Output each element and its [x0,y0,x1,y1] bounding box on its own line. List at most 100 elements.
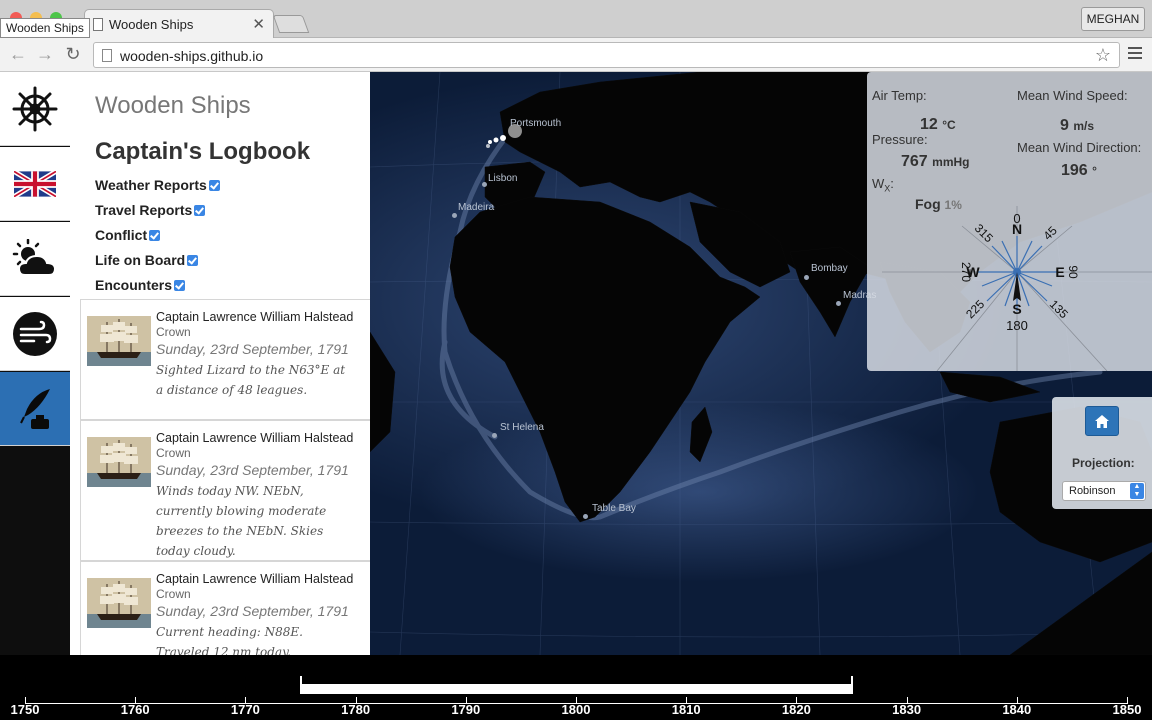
tab-title: Wooden Ships [109,17,194,32]
filter-label: Conflict [95,227,148,243]
ship-painting-image [87,578,151,628]
page-icon [93,18,103,31]
weather-reports-checkbox[interactable] [208,179,220,191]
compass-deg-180: 180 [1006,318,1028,333]
home-button[interactable] [1085,406,1119,436]
timeline-brush-selection[interactable] [300,684,852,694]
timeline[interactable]: 1750 1760 1770 1780 1790 1800 1810 1820 1830 1840… [0,655,1152,720]
forward-arrow-icon[interactable]: → [35,44,55,65]
ships-wheel-icon[interactable] [0,72,70,146]
log-entry[interactable]: Captain Lawrence William Halstead Crown … [80,299,370,420]
wind-speed-value: 9 m/s [1060,117,1095,134]
entry-captain: Captain Lawrence William Halstead [156,431,354,445]
place-marker-madras[interactable] [836,301,841,306]
page-icon [102,49,112,62]
logbook-panel: Wooden Ships Captain's Logbook Weather R… [70,72,370,655]
new-tab-button[interactable] [272,15,310,33]
projection-selected-value: Robinson [1069,485,1116,497]
entry-date: Sunday, 23rd September, 1791 [156,462,349,478]
site-brand: Wooden Ships [95,92,251,119]
place-label-table-bay: Table Bay [592,503,636,514]
timeline-tick-label: 1770 [230,702,260,717]
projection-select[interactable]: Robinson ▲ ▼ [1062,481,1146,501]
entry-vessel: Crown [156,325,191,339]
entry-captain: Captain Lawrence William Halstead [156,310,354,324]
place-label-madeira: Madeira [458,202,495,213]
place-marker-table-bay[interactable] [583,514,588,519]
back-arrow-icon[interactable]: ← [8,44,28,65]
filter-travel-reports[interactable]: Travel Reports [95,202,206,218]
wind-icon[interactable] [0,297,70,371]
timeline-tick-label: 1850 [1112,702,1142,717]
wind-speed-label: Mean Wind Speed: [1017,88,1128,103]
projection-panel: Projection: Robinson ▲ ▼ [1052,397,1152,509]
filter-conflict[interactable]: Conflict [95,227,161,243]
filter-weather-reports[interactable]: Weather Reports [95,177,220,193]
timeline-tick-label: 1760 [120,702,150,717]
place-marker-madeira[interactable] [452,213,457,218]
place-label-portsmouth: Portsmouth [510,118,562,129]
conflict-checkbox[interactable] [149,229,161,241]
filter-label: Encounters [95,277,173,293]
window-title-tooltip: Wooden Ships [0,18,90,38]
ship-painting-image [87,316,151,366]
icon-sidebar [0,72,70,655]
life-on-board-checkbox[interactable] [187,254,199,266]
place-marker-bombay[interactable] [804,275,809,280]
air-temp-label: Air Temp: [872,88,927,103]
entry-date: Sunday, 23rd September, 1791 [156,341,349,357]
place-marker-st-helena[interactable] [492,433,497,438]
timeline-tick-label: 1840 [1002,702,1032,717]
address-bar[interactable]: wooden-ships.github.io ☆ [93,42,1120,68]
url-text: wooden-ships.github.io [120,48,264,64]
place-label-bombay: Bombay [811,263,848,274]
compass-n: N [1012,221,1022,237]
pressure-value: 767 mmHg [901,153,970,170]
wind-rose-compass: 0 N S 180 W E 270 90 315 45 225 135 [882,206,1152,371]
place-marker-lisbon[interactable] [482,182,487,187]
timeline-tick-label: 1790 [451,702,481,717]
entry-date: Sunday, 23rd September, 1791 [156,603,349,619]
filter-label: Travel Reports [95,202,193,218]
timeline-brush-handle-right[interactable] [850,676,853,694]
user-profile-button[interactable]: MEGHAN [1081,7,1145,31]
reload-icon[interactable]: ↻ [63,44,83,65]
compass-deg-45: 45 [1040,223,1060,243]
weather-panel: Air Temp: 12 °C Pressure: 767 mmHg WX: F… [867,72,1152,371]
log-entry[interactable]: Captain Lawrence William Halstead Crown … [80,420,370,561]
wind-direction-value: 196 ° [1061,162,1097,179]
compass-deg-315: 315 [972,221,996,245]
pressure-label: Pressure: [872,132,928,147]
union-jack-flag-icon[interactable] [0,147,70,221]
entry-note: Sighted Lizard to the N63°E at a distanc… [156,363,346,397]
timeline-tick-label: 1750 [10,702,40,717]
wx-label: WX: [872,176,894,194]
timeline-tick-label: 1810 [671,702,701,717]
bookmark-star-icon[interactable]: ☆ [1095,45,1111,66]
browser-tab[interactable]: Wooden Ships ✕ [84,9,274,39]
close-tab-icon[interactable]: ✕ [252,15,265,33]
select-arrows-icon: ▲ ▼ [1130,483,1144,499]
compass-deg-135: 135 [1047,297,1071,321]
browser-tab-strip: Wooden Ships ✕ MEGHAN [0,0,1152,39]
weather-icon[interactable] [0,222,70,296]
projection-label: Projection: [1072,456,1135,470]
compass-deg-225: 225 [963,297,987,321]
quill-inkwell-icon[interactable] [0,372,70,446]
encounters-checkbox[interactable] [174,279,186,291]
filter-label: Weather Reports [95,177,207,193]
entry-vessel: Crown [156,446,191,460]
timeline-tick-label: 1830 [892,702,922,717]
browser-toolbar: ← → ↻ wooden-ships.github.io ☆ [0,38,1152,72]
log-entry[interactable]: Captain Lawrence William Halstead Crown … [80,561,370,655]
compass-deg-90: 90 [1066,265,1080,279]
browser-menu-icon[interactable] [1128,47,1142,62]
ship-painting-image [87,437,151,487]
timeline-brush-handle-left[interactable] [299,676,302,694]
timeline-tick-label: 1800 [561,702,591,717]
filter-life-on-board[interactable]: Life on Board [95,252,199,268]
wind-direction-arrow-icon [1013,272,1021,301]
place-label-st-helena: St Helena [500,422,544,433]
travel-reports-checkbox[interactable] [194,204,206,216]
filter-encounters[interactable]: Encounters [95,277,186,293]
